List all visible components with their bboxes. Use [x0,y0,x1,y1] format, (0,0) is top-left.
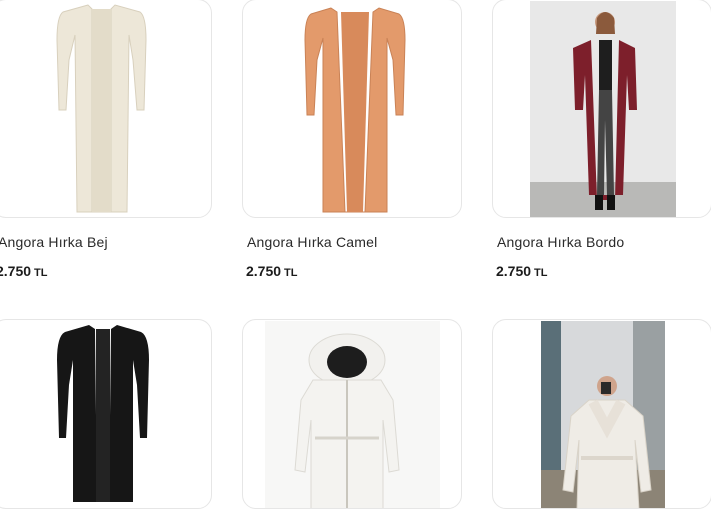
product-name[interactable]: Angora Hırka Bordo [497,234,624,250]
camel-cardigan-image [304,7,406,213]
product-card[interactable] [492,319,711,509]
product-card-camel[interactable] [242,0,462,218]
product-price: 2.750TL [246,263,298,279]
product-card-bej[interactable] [0,0,212,218]
beige-cardigan-image [56,4,147,213]
product-card[interactable] [0,319,212,509]
product-price: 2.750TL [496,263,548,279]
product-card-bordo[interactable] [492,0,711,218]
black-cardigan-image [57,325,149,502]
burgundy-cardigan-image [530,1,676,217]
product-name[interactable]: Angora Hırka Camel [247,234,377,250]
white-parka-image [265,321,440,508]
white-fur-coat-image [541,321,665,508]
product-price: 2.750TL [0,263,48,279]
product-card[interactable] [242,319,462,509]
product-name[interactable]: Angora Hırka Bej [0,234,108,250]
